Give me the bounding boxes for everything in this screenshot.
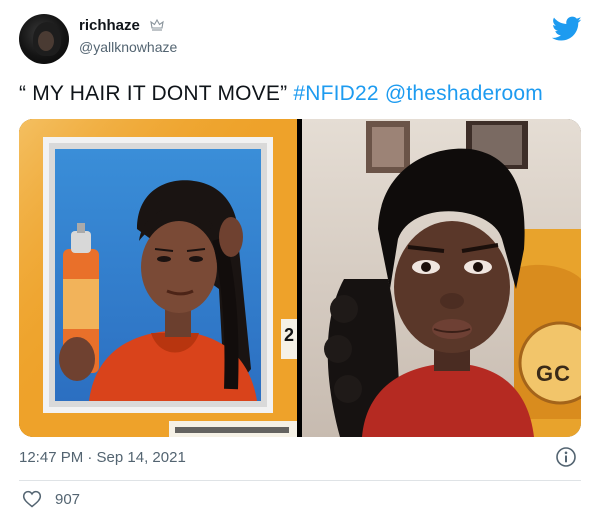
crown-icon (150, 18, 164, 31)
hashtag-link[interactable]: #NFID22 (293, 82, 378, 105)
like-count: 907 (55, 491, 81, 508)
tweet-text: “ MY HAIR IT DONT MOVE” #NFID22 @theshad… (19, 82, 543, 106)
display-name[interactable]: richhaze (79, 17, 140, 34)
selfie-photo-illustration (302, 119, 581, 437)
can-label-text: GC (536, 361, 571, 386)
tweet-timestamp[interactable]: 12:47 PM · Sep 14, 2021 (19, 449, 186, 466)
twitter-bird-icon[interactable] (552, 16, 582, 42)
school-photo-illustration (19, 119, 297, 437)
info-icon[interactable] (555, 446, 577, 468)
avatar[interactable] (19, 14, 69, 64)
user-handle[interactable]: @yallknowhaze (79, 39, 177, 55)
tweet-card: richhaze @yallknowhaze “ MY HAIR IT DONT… (0, 0, 600, 523)
media-photo-left[interactable]: 2 (19, 119, 297, 437)
media-photo-right[interactable]: GC (302, 119, 581, 437)
tweet-quote: “ MY HAIR IT DONT MOVE” (19, 82, 288, 105)
footer-divider (19, 480, 581, 481)
mention-link[interactable]: @theshaderoom (385, 82, 543, 105)
card-number: 2 (284, 325, 295, 345)
heart-icon[interactable] (22, 489, 42, 509)
tweet-media[interactable]: 2 GC (19, 119, 581, 437)
